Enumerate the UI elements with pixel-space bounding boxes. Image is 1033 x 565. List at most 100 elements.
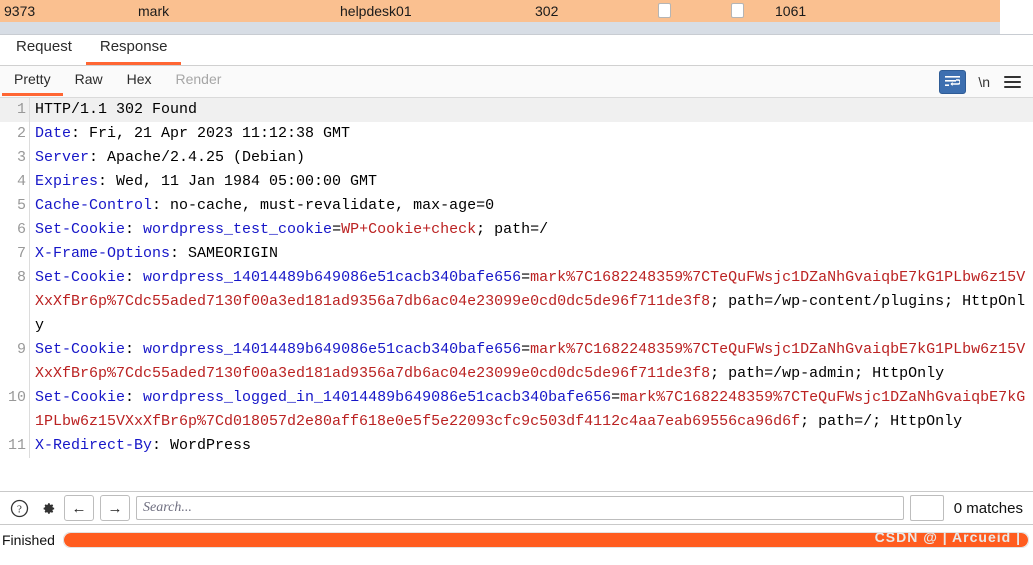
proxy-row-length: 1061 bbox=[775, 3, 807, 19]
progress-bar-fill bbox=[63, 533, 1028, 547]
token-ck: wordpress_logged_in_14014489b649086e51ca… bbox=[143, 389, 612, 406]
token-k: Expires bbox=[35, 173, 99, 190]
line-number: 3 bbox=[16, 149, 26, 166]
find-previous-button[interactable]: ← bbox=[64, 495, 94, 521]
line-content: Expires: Wed, 11 Jan 1984 05:00:00 GMT bbox=[29, 170, 1033, 194]
help-question-icon[interactable]: ? bbox=[8, 497, 30, 519]
token-v: HTTP/1.1 302 Found bbox=[35, 101, 198, 118]
line-number: 5 bbox=[16, 197, 26, 214]
response-line: 5 Cache-Control: no-cache, must-revalidat… bbox=[0, 194, 1033, 218]
token-k: Set-Cookie bbox=[35, 341, 126, 358]
tab-render[interactable]: Render bbox=[164, 67, 234, 96]
proxy-row-host: helpdesk01 bbox=[340, 3, 412, 19]
response-line: 9 Set-Cookie: wordpress_14014489b649086e5… bbox=[0, 338, 1033, 386]
tab-pretty[interactable]: Pretty bbox=[2, 67, 63, 96]
token-k: Set-Cookie bbox=[35, 269, 126, 286]
token-cv: WP+Cookie+check bbox=[341, 221, 477, 238]
svg-text:?: ? bbox=[17, 503, 22, 515]
status-label: Finished bbox=[2, 532, 55, 548]
line-content: Set-Cookie: wordpress_14014489b649086e51… bbox=[29, 266, 1033, 338]
line-number: 11 bbox=[7, 437, 26, 454]
line-wrap-icon[interactable] bbox=[939, 69, 967, 94]
line-content: Date: Fri, 21 Apr 2023 11:12:38 GMT bbox=[29, 122, 1033, 146]
line-content: Cache-Control: no-cache, must-revalidate… bbox=[29, 194, 1033, 218]
hamburger-menu-icon[interactable] bbox=[1002, 74, 1023, 90]
token-v: : bbox=[125, 269, 144, 286]
proxy-table-divider bbox=[0, 0, 1033, 35]
line-number: 4 bbox=[16, 173, 26, 190]
line-number: 1 bbox=[0, 98, 29, 122]
proxy-row-checkbox-1[interactable] bbox=[658, 3, 671, 18]
token-ck: wordpress_14014489b649086e51cacb340bafe6… bbox=[143, 269, 522, 286]
token-v: = bbox=[521, 341, 531, 358]
status-bar: Finished CSDN @ | Arcueid | bbox=[0, 524, 1033, 555]
token-v: : Wed, 11 Jan 1984 05:00:00 GMT bbox=[98, 173, 378, 190]
token-k: Server bbox=[35, 149, 90, 166]
response-line: 11 X-Redirect-By: WordPress bbox=[0, 434, 1033, 458]
token-k: X-Frame-Options bbox=[35, 245, 171, 262]
message-tabs: Request Response bbox=[0, 35, 1033, 66]
tab-response[interactable]: Response bbox=[85, 34, 182, 65]
token-v: ; path=/; HttpOnly bbox=[800, 413, 963, 430]
token-v: : Apache/2.4.25 (Debian) bbox=[89, 149, 306, 166]
token-v: : no-cache, must-revalidate, max-age=0 bbox=[152, 197, 495, 214]
find-options-box[interactable] bbox=[909, 495, 944, 521]
response-line: 2 Date: Fri, 21 Apr 2023 11:12:38 GMT bbox=[0, 122, 1033, 146]
line-content: Server: Apache/2.4.25 (Debian) bbox=[29, 146, 1033, 170]
line-content: Set-Cookie: wordpress_test_cookie=WP+Coo… bbox=[29, 218, 1033, 242]
progress-bar bbox=[62, 532, 1029, 548]
proxy-row-status: 302 bbox=[535, 3, 559, 19]
proxy-row-id: 9373 bbox=[4, 3, 36, 19]
line-content: Set-Cookie: wordpress_logged_in_14014489… bbox=[29, 386, 1033, 434]
gear-icon[interactable] bbox=[36, 497, 58, 519]
token-v: : bbox=[125, 221, 144, 238]
token-ck: wordpress_test_cookie bbox=[143, 221, 333, 238]
token-k: Set-Cookie bbox=[35, 221, 126, 238]
token-v: = bbox=[521, 269, 531, 286]
line-content: X-Frame-Options: SAMEORIGIN bbox=[29, 242, 1033, 266]
line-number: 7 bbox=[16, 245, 26, 262]
proxy-row-checkbox-2[interactable] bbox=[731, 3, 744, 18]
response-line: 6 Set-Cookie: wordpress_test_cookie=WP+Co… bbox=[0, 218, 1033, 242]
token-k: Set-Cookie bbox=[35, 389, 126, 406]
line-content: HTTP/1.1 302 Found bbox=[29, 98, 1033, 122]
token-v: : SAMEORIGIN bbox=[170, 245, 279, 262]
find-bar: ? ← → 0 matches bbox=[0, 491, 1033, 524]
tab-hex[interactable]: Hex bbox=[115, 67, 164, 96]
tab-request[interactable]: Request bbox=[2, 34, 86, 65]
token-k: X-Redirect-By bbox=[35, 437, 153, 454]
token-v: : Fri, 21 Apr 2023 11:12:38 GMT bbox=[71, 125, 351, 142]
token-v: : bbox=[125, 341, 144, 358]
search-input[interactable] bbox=[136, 496, 904, 520]
proxy-row-user: mark bbox=[138, 3, 170, 19]
token-k: Date bbox=[35, 125, 72, 142]
token-v: = bbox=[611, 389, 621, 406]
response-viewer[interactable]: 1 HTTP/1.1 302 Found 2 Date: Fri, 21 Apr 20… bbox=[0, 98, 1033, 491]
tab-raw[interactable]: Raw bbox=[63, 67, 115, 96]
token-v: ; path=/wp-admin; HttpOnly bbox=[710, 365, 945, 382]
response-line: 7 X-Frame-Options: SAMEORIGIN bbox=[0, 242, 1033, 266]
token-v: ; path=/ bbox=[476, 221, 549, 238]
token-v: : bbox=[125, 389, 144, 406]
response-line: 1 HTTP/1.1 302 Found bbox=[0, 98, 1033, 122]
response-line: 10 Set-Cookie: wordpress_logged_in_140144… bbox=[0, 386, 1033, 434]
token-ck: wordpress_14014489b649086e51cacb340bafe6… bbox=[143, 341, 522, 358]
view-bar-tools: \n bbox=[939, 69, 1033, 94]
match-count-label: 0 matches bbox=[953, 499, 1023, 517]
view-mode-bar: Pretty Raw Hex Render \n bbox=[0, 66, 1033, 98]
token-k: Cache-Control bbox=[35, 197, 153, 214]
line-content: Set-Cookie: wordpress_14014489b649086e51… bbox=[29, 338, 1033, 386]
response-line: 3 Server: Apache/2.4.25 (Debian) bbox=[0, 146, 1033, 170]
find-next-button[interactable]: → bbox=[100, 495, 130, 521]
line-content: X-Redirect-By: WordPress bbox=[29, 434, 1033, 458]
line-number: 6 bbox=[16, 221, 26, 238]
line-number: 10 bbox=[7, 389, 26, 406]
token-v: : WordPress bbox=[152, 437, 252, 454]
line-number: 8 bbox=[16, 269, 26, 286]
proxy-table-selected-row[interactable]: 9373 mark helpdesk01 302 1061 bbox=[0, 0, 1033, 22]
line-number: 2 bbox=[16, 125, 26, 142]
newline-toggle-button[interactable]: \n bbox=[976, 74, 992, 90]
token-v: = bbox=[332, 221, 342, 238]
line-number: 9 bbox=[16, 341, 26, 358]
response-line: 4 Expires: Wed, 11 Jan 1984 05:00:00 GMT bbox=[0, 170, 1033, 194]
